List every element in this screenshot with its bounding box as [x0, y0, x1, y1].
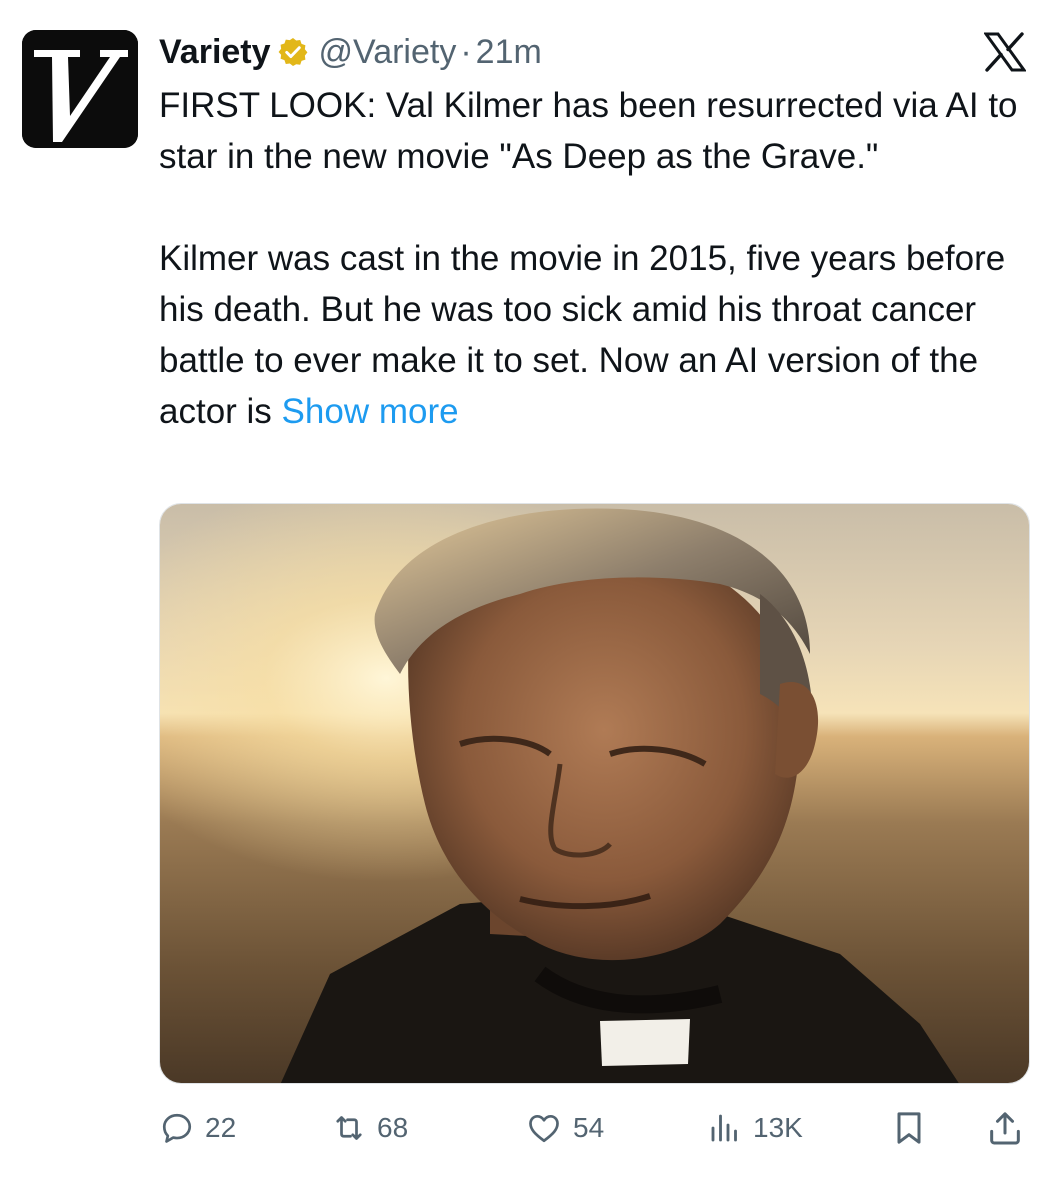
- views-chart-icon: [711, 1114, 737, 1142]
- show-more-link[interactable]: Show more: [282, 392, 459, 431]
- tweet-action-bar: 22 68 54 13K: [159, 1100, 1029, 1156]
- heart-icon: [529, 1114, 559, 1143]
- tweet-header: Variety @Variety · 21m: [159, 30, 542, 74]
- x-logo-icon: [983, 32, 1027, 72]
- repost-count: 68: [377, 1112, 409, 1143]
- repost-button[interactable]: 68: [331, 1100, 408, 1156]
- variety-v-logo-icon: [22, 30, 138, 148]
- bookmark-icon: [897, 1112, 921, 1144]
- reply-icon: [162, 1113, 192, 1143]
- verified-badge-icon: [277, 36, 309, 68]
- tweet-text: FIRST LOOK: Val Kilmer has been resurrec…: [159, 80, 1029, 437]
- header-separator: ·: [460, 32, 472, 71]
- like-count: 54: [573, 1112, 605, 1143]
- tweet-paragraph: FIRST LOOK: Val Kilmer has been resurrec…: [159, 86, 1018, 176]
- repost-icon: [336, 1116, 362, 1140]
- tweet-media-photo[interactable]: [159, 503, 1030, 1084]
- account-avatar[interactable]: [22, 30, 138, 148]
- reply-button[interactable]: 22: [159, 1100, 236, 1156]
- bookmark-button[interactable]: [889, 1100, 929, 1156]
- tweet-paragraph: Kilmer was cast in the movie in 2015, fi…: [159, 233, 1029, 437]
- views-button[interactable]: 13K: [707, 1100, 803, 1156]
- tweet-timestamp[interactable]: 21m: [476, 33, 542, 72]
- reply-count: 22: [205, 1112, 237, 1143]
- view-count: 13K: [753, 1112, 803, 1143]
- share-icon: [990, 1112, 1020, 1145]
- account-name[interactable]: Variety: [159, 33, 271, 72]
- share-button[interactable]: [985, 1100, 1025, 1156]
- photo-of-man-in-clerical-collar-icon: [160, 504, 1029, 1083]
- like-button[interactable]: 54: [525, 1100, 604, 1156]
- account-handle[interactable]: @Variety: [319, 33, 457, 72]
